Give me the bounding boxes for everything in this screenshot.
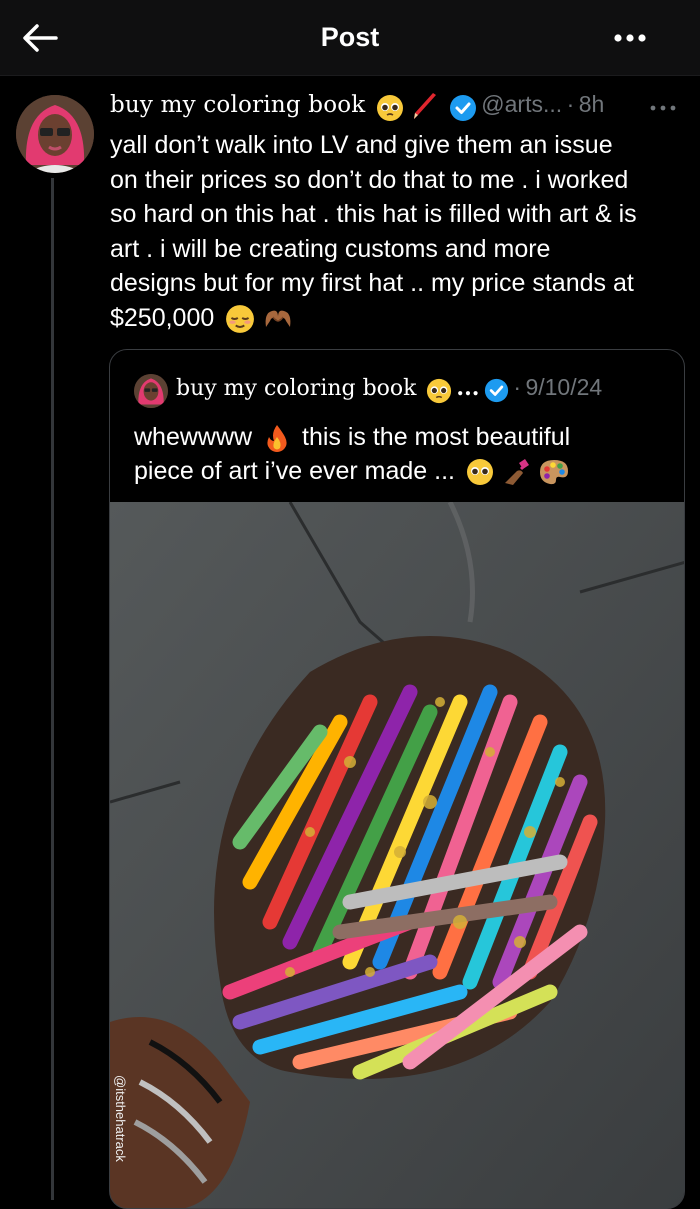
page-title: Post	[320, 22, 380, 52]
quoted-text-line: piece of art i’ve ever made ...	[134, 454, 664, 488]
quoted-text-part: this is the most beautiful	[302, 423, 571, 451]
pleading-face-emoji	[426, 378, 452, 403]
photo-watermark: @itsthehatrack	[113, 1075, 128, 1162]
quoted-ellipsis: ...	[456, 375, 480, 401]
artist-palette-emoji	[539, 460, 568, 485]
handle[interactable]: @arts...	[481, 91, 562, 117]
pleading-face-emoji	[376, 94, 403, 121]
verified-badge-icon	[484, 379, 508, 403]
fire-emoji	[267, 425, 287, 453]
quoted-text-part: whewwww	[134, 423, 253, 451]
post-text-line: so hard on this hat . this hat is filled…	[110, 200, 637, 228]
post-time[interactable]: 8h	[579, 91, 605, 117]
verified-badge-icon	[449, 94, 476, 121]
nail-polish-emoji	[504, 459, 529, 486]
quoted-date: 9/10/24	[525, 374, 603, 400]
quoted-post-card[interactable]: buy my coloring book ... · 9/10/24 wheww…	[109, 349, 685, 1209]
crayon-emoji	[414, 92, 437, 119]
top-bar: Post	[0, 0, 700, 76]
more-dots-icon[interactable]	[610, 24, 650, 52]
post-more-icon[interactable]	[648, 102, 678, 114]
quoted-text-line: whewwww this is the most beautiful	[134, 420, 664, 454]
quoted-header: buy my coloring book ... · 9/10/24	[176, 374, 602, 404]
quoted-avatar	[134, 374, 168, 408]
post-text-line: designs but for my first hat .. my price…	[110, 269, 634, 297]
thread-line	[51, 178, 54, 1200]
relieved-face-emoji	[226, 304, 255, 333]
heart-hands-emoji	[265, 310, 291, 327]
post-text-line: on their prices so don’t do that to me .…	[110, 165, 629, 194]
price-text: $250,000	[110, 303, 215, 332]
quoted-text-part: piece of art i’ve ever made ...	[134, 457, 455, 485]
avatar[interactable]	[16, 95, 94, 173]
post-text: yall don’t walk into LV and give them an…	[110, 128, 690, 335]
pleading-face-emoji	[466, 459, 493, 486]
post-text-line: art . i will be creating customs and mor…	[110, 234, 551, 263]
post-photo[interactable]	[110, 502, 684, 1208]
post-header: buy my coloring book @arts... · 8h	[110, 91, 690, 125]
hat-image	[110, 502, 684, 1208]
separator: ·	[566, 91, 575, 117]
separator: ·	[513, 374, 521, 400]
display-name[interactable]: buy my coloring book	[110, 92, 365, 118]
post-text-line: $250,000	[110, 301, 690, 336]
quoted-display-name: buy my coloring book	[176, 376, 417, 401]
quoted-text: whewwww this is the most beautiful piece…	[134, 420, 664, 488]
post-text-line: yall don’t walk into LV and give them an…	[110, 131, 613, 159]
